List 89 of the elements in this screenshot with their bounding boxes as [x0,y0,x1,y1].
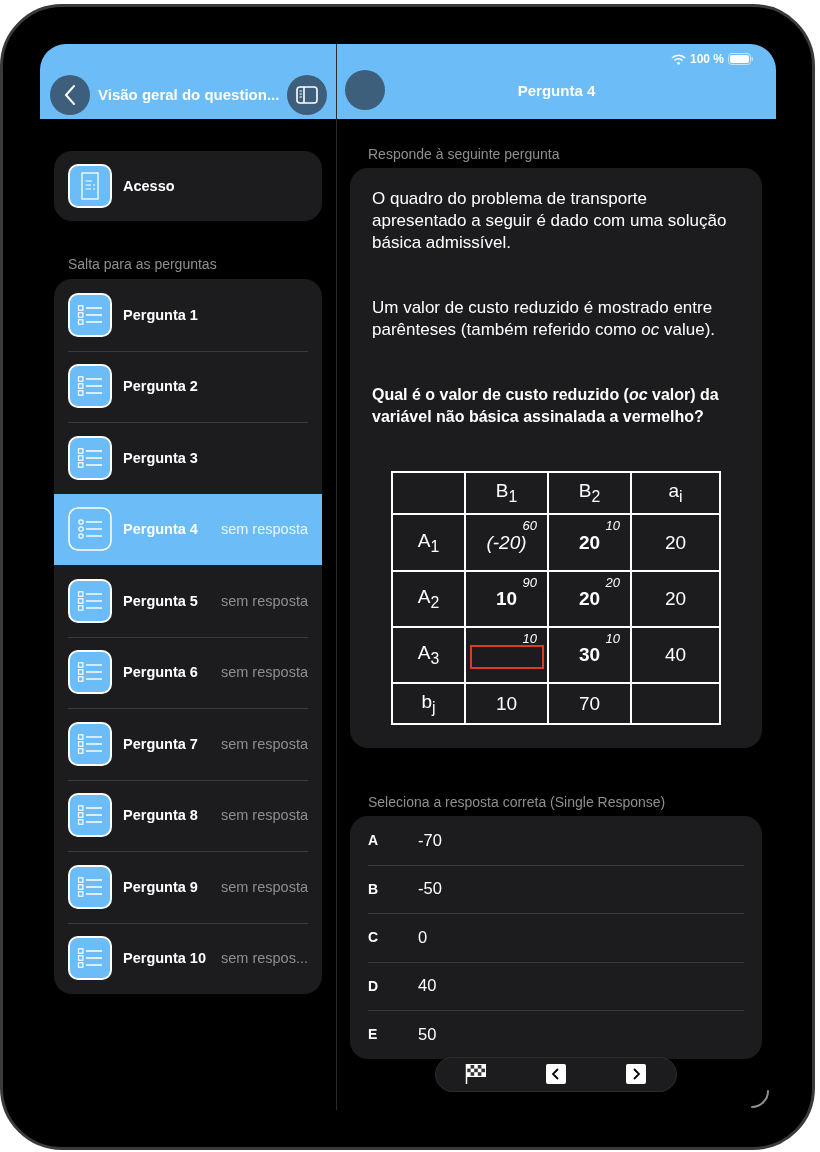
question-item[interactable]: Pergunta 8 sem resposta [54,779,322,851]
list-icon [68,936,112,981]
item-status: sem respos... [220,950,308,967]
back-button[interactable] [50,74,90,115]
cost-value: 10 [522,631,537,646]
allocation-value: 30 [578,644,601,665]
sidebar-title: Visão geral do question... [98,86,280,103]
cost-value: 10 [605,518,620,533]
item-label: Pergunta 3 [123,449,198,466]
wifi-icon [670,53,686,65]
answer-option[interactable]: C 0 [350,913,762,962]
item-status: sem resposta [220,735,308,752]
table-value: 10 [495,692,518,714]
previous-button[interactable] [546,1064,566,1084]
item-label: Pergunta 1 [123,306,198,323]
access-item[interactable]: Acesso [54,151,322,221]
circle-button[interactable] [345,70,385,110]
answer-option[interactable]: B -50 [350,864,762,913]
chevron-left-icon [546,1064,566,1084]
item-label: Pergunta 10 [123,950,206,967]
cost-value: 60 [522,518,537,533]
section-label: Salta para as perguntas [68,256,218,272]
item-label: Pergunta 9 [123,878,198,895]
cost-value: 90 [522,575,537,590]
question-item[interactable]: Pergunta 3 [54,422,322,494]
question-title: Pergunta 4 [516,81,597,99]
battery-icon [728,53,754,65]
item-label: Pergunta 2 [123,378,198,395]
question-text: O quadro do problema de transporte apresentado a seguir é dado com uma solução básica admissível. [372,188,728,254]
question-item[interactable]: Pergunta 7 sem resposta [54,708,322,780]
table-value: 20 [664,531,687,553]
table-header: a$_{i}$ [668,480,683,502]
question-item[interactable]: Pergunta 2 [54,350,322,422]
question-item[interactable]: Pergunta 1 [54,279,322,351]
table-header: B$_{1}$ [495,480,518,502]
answer-option[interactable]: E 50 [350,1010,762,1059]
corner-indicator-icon [750,1089,770,1109]
table-header: B$_{2}$ [578,480,601,502]
item-status: sem resposta [220,664,308,681]
document-icon [68,164,112,208]
item-status: sem resposta [220,807,308,824]
allocation-value: 20 [578,588,601,609]
question-item[interactable]: Pergunta 6 sem resposta [54,636,322,708]
list-icon [68,793,112,838]
battery-percentage: 100 % [689,52,724,66]
table-header: A$_{2}$ [417,586,440,608]
question-text: Um valor de custo reduzido é mostrado entre parênteses (também referido como oc value). [372,297,716,341]
question-text: Qual é o valor de custo reduzido (oc valor) da variável não básica assinalada a vermelho? [372,385,720,427]
table-header: A$_{1}$ [417,529,440,551]
list-icon [68,578,112,623]
sidebar-toggle-button[interactable] [287,74,328,115]
checkered-flag-icon [465,1063,487,1085]
item-status: sem resposta [220,878,308,895]
table-value: 20 [664,588,687,609]
cost-value: 20 [605,575,620,590]
table-value: 70 [578,692,601,714]
item-status: sem resposta [220,592,308,609]
list-icon [68,721,112,766]
allocation-value: 20 [578,531,601,553]
answer-option[interactable]: D 40 [350,961,762,1010]
item-status: sem resposta [220,521,308,538]
item-label: Acesso [123,178,175,194]
table-value: 40 [664,644,687,665]
list-icon [68,435,112,480]
question-item[interactable]: Pergunta 10 sem respos... [54,922,322,994]
question-item[interactable]: Pergunta 5 sem resposta [54,565,322,637]
item-label: Pergunta 7 [123,735,198,752]
chevron-left-icon [64,83,76,106]
allocation-value: 10 [495,588,518,609]
list-icon [68,650,112,695]
reduced-cost-value: (-20) [486,531,527,553]
list-icon [68,864,112,909]
answer-option[interactable]: A -70 [350,816,762,865]
section-label: Seleciona a resposta correta (Single Response) [367,794,667,810]
item-label: Pergunta 5 [123,592,198,609]
question-item[interactable]: Pergunta 9 sem resposta [54,851,322,923]
item-label: Pergunta 6 [123,664,198,681]
section-label: Responde à seguinte pergunta [367,146,561,162]
list-icon [68,292,112,337]
chevron-right-icon [626,1064,646,1084]
item-label: Pergunta 8 [123,807,198,824]
table-header: A$_{3}$ [417,642,440,664]
finish-button[interactable] [465,1063,487,1085]
cost-value: 10 [605,631,620,646]
list-icon [68,364,112,409]
item-label: Pergunta 4 [123,521,198,538]
next-button[interactable] [626,1064,646,1084]
list-icon [68,507,112,552]
sidebar-icon [296,85,319,104]
